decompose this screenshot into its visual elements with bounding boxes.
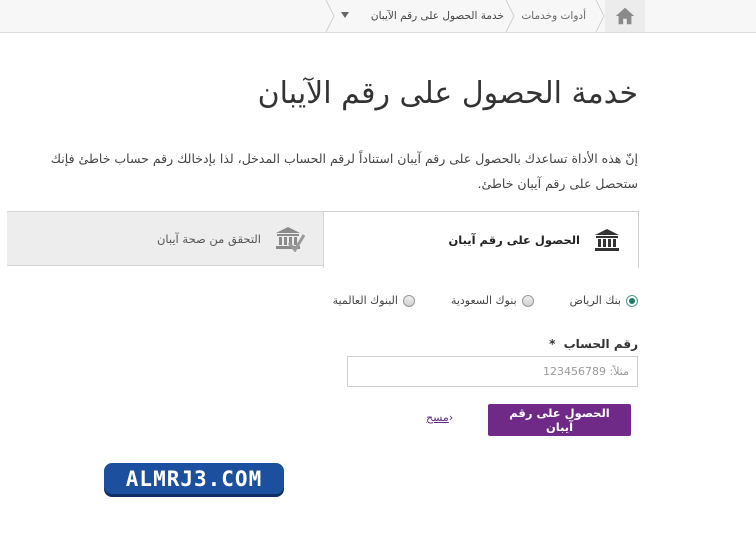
tab-get-iban-label: الحصول على رقم آيبان — [448, 233, 580, 247]
page-title: خدمة الحصول على رقم الآيبان — [257, 76, 638, 111]
account-number-input[interactable] — [347, 356, 638, 387]
breadcrumb-separator — [325, 0, 335, 32]
bank-check-icon — [275, 226, 305, 252]
radio-unselected-icon[interactable] — [521, 294, 534, 307]
tab-verify-iban-label: التحقق من صحة آيبان — [156, 231, 261, 246]
tab-get-iban[interactable]: الحصول على رقم آيبان — [323, 211, 639, 268]
top-breadcrumb-bar: أدوات وخدمات خدمة الحصول على رقم الآيبان — [0, 0, 756, 33]
home-button[interactable] — [605, 0, 645, 32]
dropdown-caret-icon[interactable] — [341, 12, 349, 18]
radio-international-banks[interactable]: البنوك العالمية — [333, 294, 415, 307]
service-tabs: الحصول على رقم آيبان التحقق من صحة آيبان — [7, 211, 639, 268]
watermark-text: ALMRJ3.COM — [125, 466, 263, 491]
radio-label: بنك الرياض — [569, 294, 621, 307]
radio-riyad-bank[interactable]: بنك الرياض — [570, 294, 638, 307]
site-watermark-logo: ALMRJ3.COM — [104, 463, 284, 494]
clear-link-label: مسح — [426, 411, 449, 424]
bank-type-radio-group: بنك الرياض بنوك السعودية البنوك العالمية — [333, 294, 638, 307]
breadcrumb-separator — [595, 0, 605, 32]
account-number-label: رقم الحساب * — [549, 337, 638, 351]
radio-label: بنوك السعودية — [450, 294, 517, 307]
breadcrumb-current[interactable]: خدمة الحصول على رقم الآيبان — [336, 0, 504, 32]
radio-saudi-banks[interactable]: بنوك السعودية — [451, 294, 534, 307]
breadcrumb-tools-link[interactable]: أدوات وخدمات — [521, 0, 586, 32]
radio-selected-icon[interactable] — [626, 294, 638, 307]
chevron-left-icon: ‹ — [448, 411, 454, 424]
radio-unselected-icon[interactable] — [402, 294, 415, 307]
home-icon — [615, 7, 635, 25]
account-number-label-text: رقم الحساب — [563, 337, 638, 351]
radio-label: البنوك العالمية — [332, 294, 398, 307]
bank-icon — [594, 228, 620, 252]
required-mark: * — [549, 337, 556, 351]
intro-text: إنّ هذه الأداة تساعدك بالحصول على رقم آي… — [50, 151, 638, 191]
get-iban-button[interactable]: الحصول على رقم آيبان — [488, 404, 631, 436]
breadcrumb-separator — [505, 0, 515, 32]
tab-verify-iban[interactable]: التحقق من صحة آيبان — [7, 211, 324, 266]
clear-link[interactable]: ‹مسح — [426, 411, 455, 424]
